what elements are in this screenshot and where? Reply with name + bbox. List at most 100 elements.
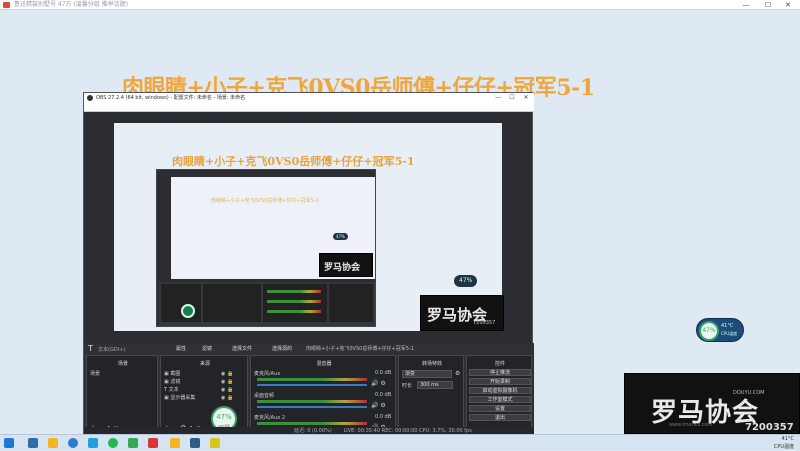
preview-canvas[interactable]: 肉眼睛+小子+克飞0VS0岳师傅+仔仔+冠军5-1 肉眼睛+小子+克飞0VS0岳… xyxy=(114,123,504,331)
nested-scenes-dock xyxy=(161,284,201,322)
select-source-button[interactable]: 选择源的 xyxy=(272,345,292,352)
obs-minimize-icon[interactable]: — xyxy=(492,93,504,103)
mixer-volume-slider[interactable] xyxy=(257,384,367,386)
studio-mode-button[interactable]: 工作室模式 xyxy=(469,396,531,403)
transitions-header: 转场特效 xyxy=(421,361,442,367)
menu-profile[interactable]: 配置文件(P) xyxy=(223,114,250,120)
properties-button[interactable]: 属性 xyxy=(176,345,186,352)
nested-mixer-dock xyxy=(263,284,327,322)
close-icon[interactable]: ✕ xyxy=(778,0,798,10)
virtual-camera-button[interactable]: 启动虚拟摄像机 xyxy=(469,387,531,394)
start-icon[interactable] xyxy=(4,438,14,448)
nested-meter-2 xyxy=(267,300,321,303)
preview-pill: 47% xyxy=(454,275,478,287)
roma-logo-url: www.lmxhcs.com xyxy=(669,422,713,428)
source-label: 显示器采集 xyxy=(170,395,196,401)
obs-window-title: OBS 27.2.4 (64 bit, windows) - 配置文件: 未命名… xyxy=(96,95,246,101)
maximize-icon[interactable]: ☐ xyxy=(758,0,778,10)
text-source-icon: T xyxy=(88,344,93,353)
select-file-button[interactable]: 选择文件 xyxy=(232,345,252,352)
desktop-cpu-temp: 41°C xyxy=(721,323,734,329)
system-tray[interactable]: 41°C CPU温度 xyxy=(774,435,794,451)
source-toolbar: T 文本(GDI+) 属性 滤镜 选择文件 选择源的 肉眼睛+小子+克飞0VS0… xyxy=(86,344,532,354)
duration-input[interactable]: 300 ms xyxy=(417,381,453,389)
roma-logo-sub: DOUYU.COM xyxy=(733,390,765,396)
app-icon xyxy=(3,2,10,8)
app-icon-3[interactable] xyxy=(170,438,180,448)
menu-view[interactable]: 视图(V) xyxy=(150,114,167,120)
menu-edit[interactable]: 编辑(E) xyxy=(119,114,136,120)
nested-gauge xyxy=(181,304,195,318)
app-icon-5[interactable] xyxy=(210,438,220,448)
source-icon: ▣ xyxy=(164,371,169,377)
app-icon-1[interactable] xyxy=(88,438,98,448)
duration-label: 时长 xyxy=(402,383,413,389)
roma-room-number: 7200357 xyxy=(745,422,794,433)
obs-logo-icon xyxy=(87,95,93,101)
menu-tools[interactable]: 工具(T) xyxy=(306,114,323,120)
taskbar: 41°C CPU温度 xyxy=(0,434,800,450)
controls-header: 控件 xyxy=(494,361,505,367)
desktop-cpu-widget[interactable]: 47% 41°C CPU温度 xyxy=(696,318,744,342)
wechat-icon[interactable] xyxy=(108,438,118,448)
source-item[interactable]: ▣ 滤镜 xyxy=(164,378,180,385)
scene-item[interactable]: 场景 xyxy=(90,370,100,377)
obs-taskbar-icon[interactable] xyxy=(148,438,158,448)
minimize-icon[interactable]: — xyxy=(736,0,756,10)
source-icon: ▣ xyxy=(164,379,169,385)
start-recording-button[interactable]: 开始录制 xyxy=(469,378,531,385)
obs-window: OBS 27.2.4 (64 bit, windows) - 配置文件: 未命名… xyxy=(83,92,534,435)
explorer-icon[interactable] xyxy=(48,438,58,448)
outer-titlebar: 鲁迅精装别墅号 47万 (温馨分组 推举话题) — ☐ ✕ xyxy=(0,0,800,10)
preview-logo-room: 7200357 xyxy=(473,320,496,326)
stream-key-text: 肉眼睛+小子+克飞0VS0岳师傅+仔仔+冠军5-1 xyxy=(306,346,414,352)
mixer-channel-name: 桌面音频 xyxy=(254,393,275,399)
obs-maximize-icon[interactable]: ☐ xyxy=(506,93,518,103)
mixer-meter xyxy=(257,400,367,403)
mixer-meter xyxy=(257,422,367,425)
nested-logo-text: 罗马协会 xyxy=(324,263,361,273)
nested-overlay-title: 肉眼睛+小子+克飞0VS0岳师傅+仔仔+冠军5-1 xyxy=(172,155,415,168)
source-label: 截图 xyxy=(170,371,181,377)
desktop-cpu-value: 47% xyxy=(699,321,719,341)
edge-icon[interactable] xyxy=(68,438,78,448)
speaker-icon[interactable]: 🔊 ⚙ xyxy=(371,402,386,409)
nested-controls-dock xyxy=(329,284,373,322)
taskview-icon[interactable] xyxy=(28,438,38,448)
visibility-icons[interactable]: ◉ 🔒 ◉ 🔒 ◉ 🔒 ◉ 🔒 xyxy=(221,370,233,402)
obs-close-icon[interactable]: ✕ xyxy=(520,93,532,103)
sources-header: 来源 xyxy=(199,361,210,367)
menu-scene-collection[interactable]: 场景集合(S) xyxy=(264,114,291,120)
settings-button[interactable]: 设置 xyxy=(469,405,531,412)
mixer-header: 混音器 xyxy=(316,361,332,367)
sources-dock: 来源 ▣ 截图 ▣ 滤镜 T 文本 ▣ 显示器采集 ◉ 🔒 ◉ 🔒 ◉ 🔒 ◉ 🔒 4… xyxy=(160,355,248,433)
stop-streaming-button[interactable]: 停止推流 xyxy=(469,369,531,376)
speaker-icon[interactable]: 🔊 ⚙ xyxy=(371,380,386,387)
mixer-volume-slider[interactable] xyxy=(257,406,367,408)
exit-button[interactable]: 退出 xyxy=(469,414,531,421)
outer-window-title: 鲁迅精装别墅号 47万 (温馨分组 推举话题) xyxy=(14,1,129,8)
roma-logo: 罗马协会 DOUYU.COM www.lmxhcs.com 7200357 xyxy=(624,373,800,434)
nested-meter-3 xyxy=(267,310,321,313)
source-icon: ▣ xyxy=(164,395,169,401)
menu-docks[interactable]: 停靠窗口(D) xyxy=(181,114,209,120)
menu-help[interactable]: 帮助(H) xyxy=(337,114,355,120)
app-icon-2[interactable] xyxy=(128,438,138,448)
nested-sources-dock xyxy=(203,284,261,322)
app-icon-4[interactable] xyxy=(190,438,200,448)
menu-file[interactable]: 文件(F) xyxy=(88,114,105,120)
mixer-channel-db: 0.0 dB xyxy=(375,414,392,420)
transition-select[interactable]: 渐变 xyxy=(402,370,452,378)
source-item[interactable]: ▣ 显示器采集 xyxy=(164,394,195,401)
source-item[interactable]: ▣ 截图 xyxy=(164,370,180,377)
nested-pill: 47% xyxy=(333,233,348,240)
filters-button[interactable]: 滤镜 xyxy=(202,345,212,352)
source-item[interactable]: T 文本 xyxy=(164,386,179,393)
transition-gear-icon[interactable]: ⚙ xyxy=(455,370,460,377)
preview-logo: 罗马协会 7200357 xyxy=(420,295,504,331)
tray-temp: 41°C xyxy=(781,436,794,442)
scenes-dock: 场景 场景 + − ∧ ∨ xyxy=(86,355,158,433)
source-label: 滤镜 xyxy=(170,379,181,385)
desktop-cpu-label: CPU温度 xyxy=(721,331,738,336)
obs-titlebar: OBS 27.2.4 (64 bit, windows) - 配置文件: 未命名… xyxy=(84,93,534,103)
